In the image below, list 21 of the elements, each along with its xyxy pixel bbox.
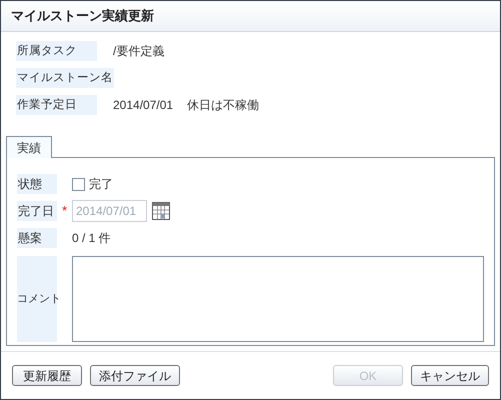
field-label: 所属タスク (16, 41, 97, 61)
field-label: マイルストーン名 (16, 68, 114, 88)
field-note: 休日は不稼働 (187, 97, 260, 114)
field-label: 懸案 (17, 228, 57, 248)
issue-count: 0 / 1 件 (72, 230, 111, 247)
field-value: /要件定義 (113, 43, 164, 60)
tab[interactable]: 実績 (6, 136, 52, 158)
checkbox-label: 完了 (89, 176, 113, 193)
field-label: コメント (17, 256, 57, 342)
checkbox[interactable] (72, 178, 85, 190)
dialog-button[interactable]: 添付ファイル (90, 365, 180, 386)
field-label: 完了日 (17, 201, 57, 221)
required-mark: * (62, 202, 68, 220)
field-label: 作業予定日 (16, 95, 97, 115)
dialog-button[interactable]: キャンセル (411, 365, 489, 386)
dialog-button[interactable]: 更新履歴 (12, 365, 82, 386)
field-label: 状態 (17, 174, 57, 194)
calendar-icon[interactable] (152, 202, 170, 220)
field-value: 2014/07/01 (113, 97, 174, 114)
window-title: マイルストーン実績更新 (11, 7, 154, 26)
comment-field[interactable] (72, 256, 484, 342)
